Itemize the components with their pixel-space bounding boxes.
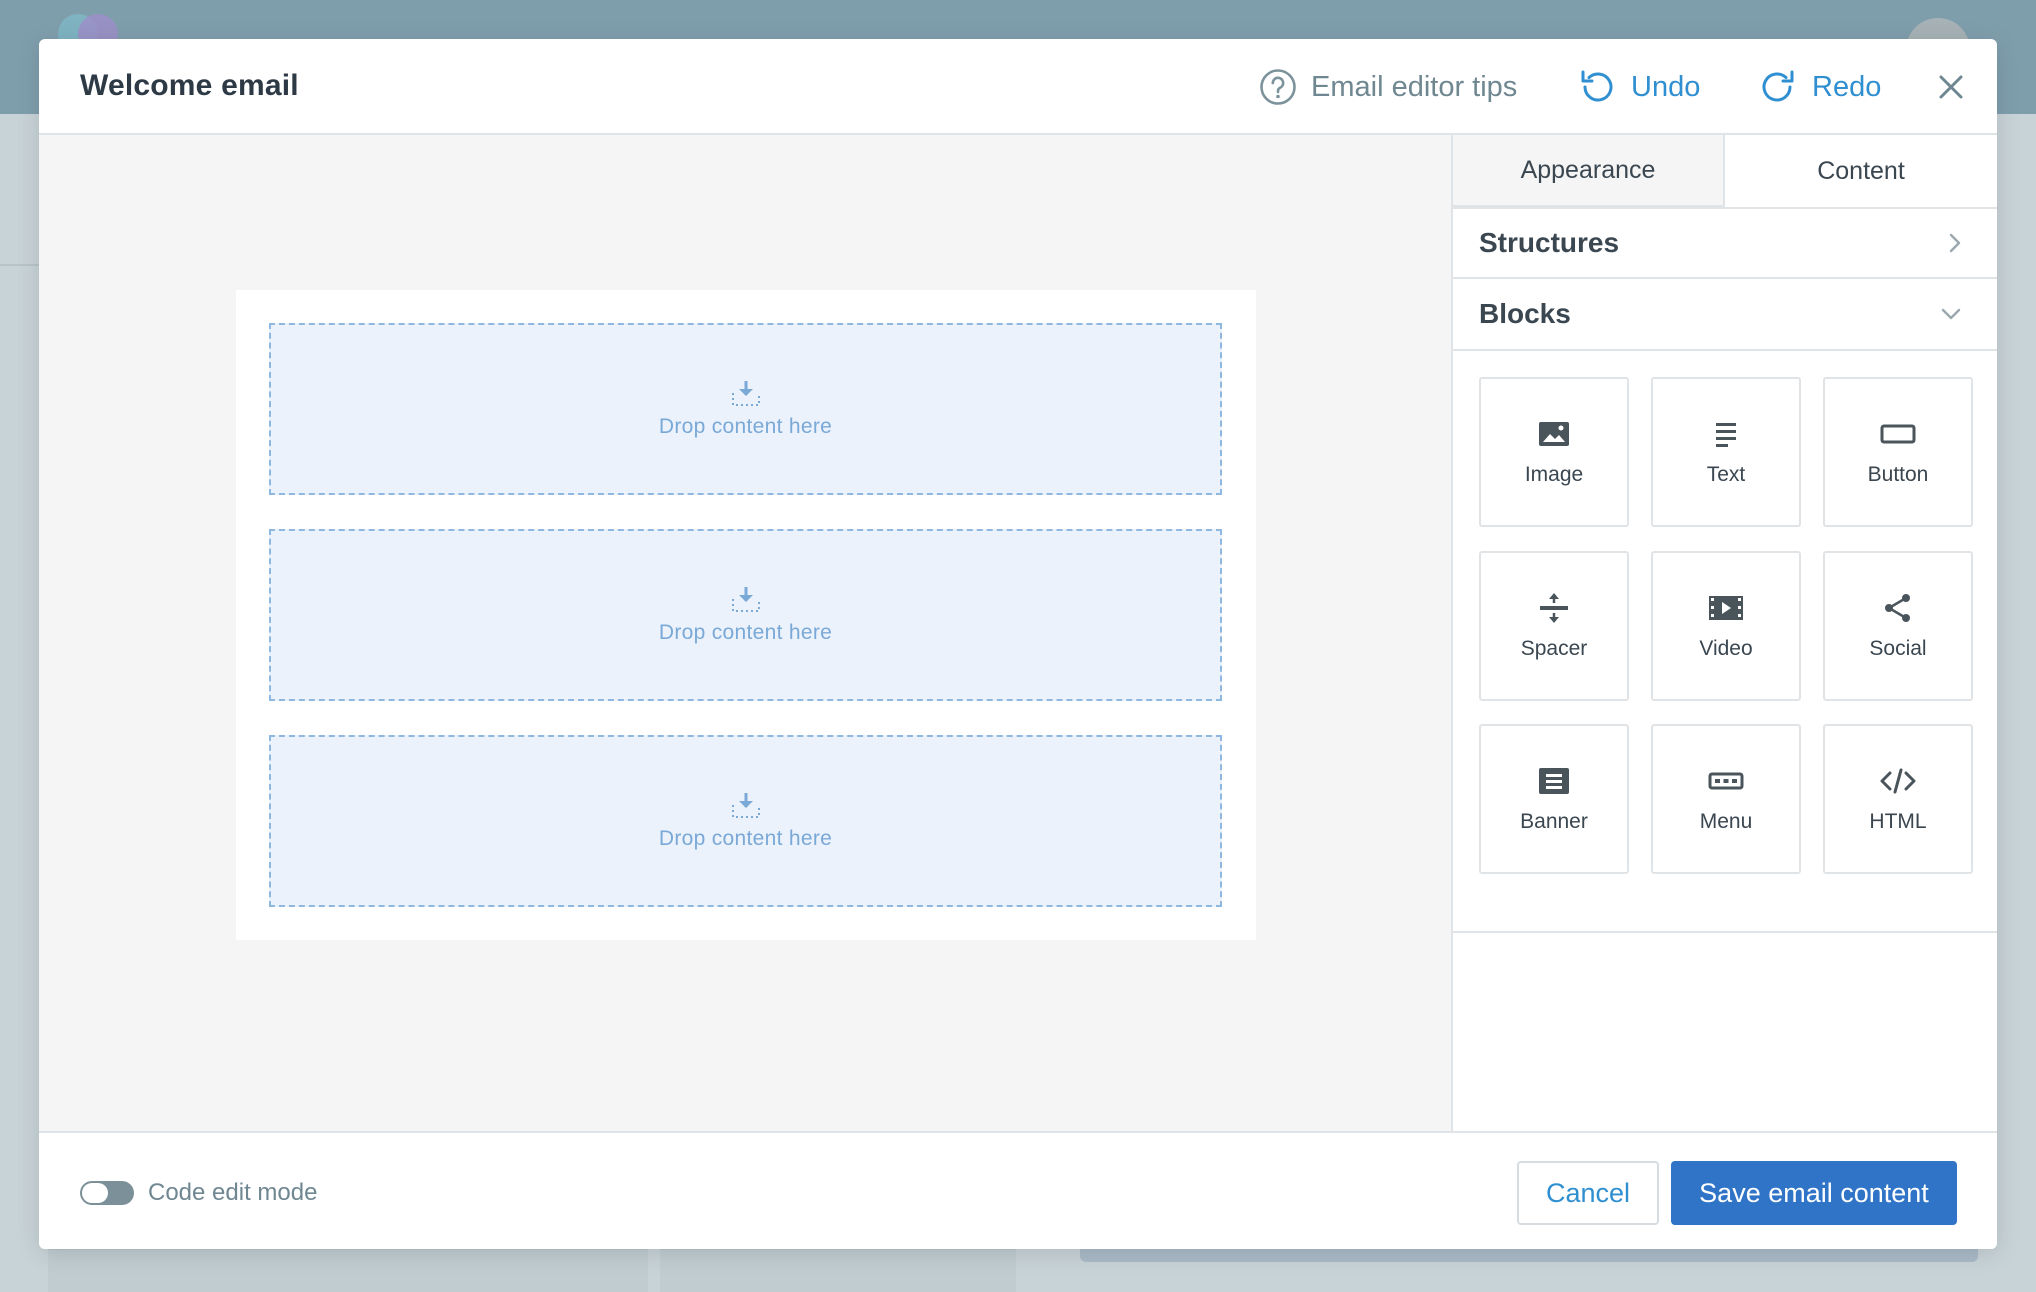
email-editor-modal: Welcome email Email editor tips Undo Red… <box>39 39 1997 1249</box>
block-label: Spacer <box>1520 637 1588 660</box>
banner-icon <box>1539 768 1569 794</box>
save-email-content-button[interactable]: Save email content <box>1671 1161 1957 1225</box>
modal-header: Welcome email Email editor tips Undo Red… <box>39 39 1997 135</box>
block-label: Banner <box>1520 810 1588 833</box>
help-icon <box>1260 69 1296 105</box>
code-edit-toggle[interactable] <box>80 1181 134 1205</box>
redo-label: Redo <box>1812 70 1882 103</box>
block-label: Image <box>1524 463 1584 486</box>
video-icon <box>1709 596 1743 620</box>
menu-icon <box>1708 772 1744 790</box>
email-document: Drop content here Drop content here Drop… <box>236 290 1256 940</box>
undo-button[interactable]: Undo <box>1577 65 1700 109</box>
drop-icon <box>731 587 760 612</box>
drop-zone[interactable]: Drop content here <box>269 735 1222 907</box>
background-card <box>660 1248 1016 1292</box>
background-divider <box>0 264 40 266</box>
block-spacer[interactable]: Spacer <box>1479 551 1629 701</box>
text-icon <box>1716 423 1736 447</box>
drop-zone-label: Drop content here <box>658 827 833 850</box>
close-icon <box>1939 75 1963 99</box>
background-card <box>48 1248 648 1292</box>
block-image[interactable]: Image <box>1479 377 1629 527</box>
redo-button[interactable]: Redo <box>1758 65 1881 109</box>
close-button[interactable] <box>1933 69 1969 105</box>
block-label: Social <box>1869 637 1927 660</box>
structures-label: Structures <box>1479 227 1620 258</box>
block-button[interactable]: Button <box>1823 377 1973 527</box>
block-html[interactable]: HTML <box>1823 724 1973 874</box>
drop-zone[interactable]: Drop content here <box>269 323 1222 495</box>
modal-footer: Code edit mode Cancel Save email content <box>39 1131 1997 1249</box>
image-icon <box>1539 422 1569 446</box>
structures-section[interactable]: Structures <box>1453 207 1997 279</box>
code-edit-label: Code edit mode <box>148 1179 318 1206</box>
modal-title: Welcome email <box>80 69 299 102</box>
block-text[interactable]: Text <box>1651 377 1801 527</box>
tab-content[interactable]: Content <box>1725 135 1997 207</box>
block-label: HTML <box>1869 810 1927 833</box>
cancel-button[interactable]: Cancel <box>1517 1161 1659 1225</box>
email-canvas: Drop content here Drop content here Drop… <box>39 135 1453 1131</box>
share-icon <box>1885 594 1910 622</box>
spacer-icon <box>1540 593 1568 623</box>
blocks-section[interactable]: Blocks <box>1453 279 1997 351</box>
code-icon <box>1880 768 1916 794</box>
email-editor-tips-button[interactable]: Email editor tips <box>1259 65 1517 109</box>
drop-zone-label: Drop content here <box>658 621 833 644</box>
chevron-right-icon <box>1949 233 1961 253</box>
block-menu[interactable]: Menu <box>1651 724 1801 874</box>
block-label: Text <box>1706 463 1746 486</box>
email-editor-tips-label: Email editor tips <box>1311 70 1518 103</box>
panel-tabs: Appearance Content <box>1453 135 1997 207</box>
button-icon <box>1880 424 1916 444</box>
block-social[interactable]: Social <box>1823 551 1973 701</box>
blocks-label: Blocks <box>1479 298 1571 329</box>
blocks-grid: Image Text Button Spacer Video Social Ba… <box>1453 351 1997 933</box>
drop-zone-label: Drop content here <box>658 415 833 438</box>
chevron-down-icon <box>1941 308 1961 320</box>
block-banner[interactable]: Banner <box>1479 724 1629 874</box>
undo-icon <box>1581 70 1613 102</box>
block-label: Button <box>1867 463 1929 486</box>
redo-icon <box>1762 70 1794 102</box>
drop-icon <box>731 793 760 818</box>
undo-label: Undo <box>1631 70 1701 103</box>
block-label: Menu <box>1699 810 1753 833</box>
tab-appearance[interactable]: Appearance <box>1453 135 1725 207</box>
block-video[interactable]: Video <box>1651 551 1801 701</box>
block-label: Video <box>1699 637 1753 660</box>
drop-icon <box>731 381 760 406</box>
side-panel: Appearance Content Structures Blocks Ima… <box>1453 135 1997 1131</box>
drop-zone[interactable]: Drop content here <box>269 529 1222 701</box>
